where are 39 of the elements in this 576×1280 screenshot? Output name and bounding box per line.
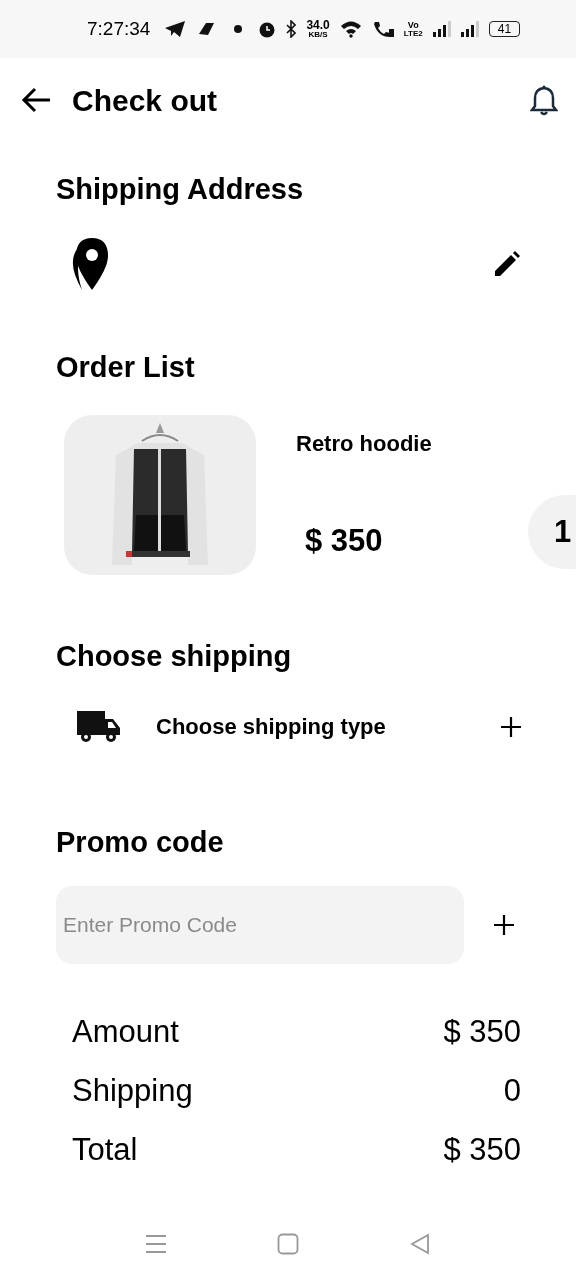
back-triangle-icon[interactable] — [409, 1233, 431, 1255]
alarm-icon — [258, 20, 277, 38]
back-arrow-icon[interactable] — [20, 86, 52, 114]
home-square-icon[interactable] — [277, 1233, 299, 1255]
promo-code-field[interactable]: Enter Promo Code — [56, 886, 464, 964]
signal-icon — [460, 21, 479, 37]
battery-indicator: 41 — [488, 21, 521, 37]
speed-unit: KB/S — [308, 31, 328, 39]
product-name: Retro hoodie — [296, 430, 432, 458]
summary-value: $ 350 — [443, 1013, 521, 1052]
summary-label: Amount — [72, 1013, 179, 1052]
network-label: LTE2 — [403, 29, 423, 38]
summary-value: 0 — [503, 1072, 521, 1111]
page-title: Check out — [72, 82, 219, 119]
section-heading: Promo code — [56, 824, 225, 860]
dot-icon — [234, 25, 243, 33]
section-heading: Choose shipping — [56, 639, 293, 674]
status-time: 7:27:34 — [87, 16, 151, 41]
bell-icon[interactable] — [530, 84, 558, 116]
menu-icon[interactable] — [145, 1234, 167, 1254]
summary-label: Shipping — [72, 1072, 193, 1111]
edit-pencil-icon[interactable] — [494, 250, 520, 277]
product-price: $ 350 — [305, 522, 384, 560]
bluetooth-icon — [286, 20, 297, 38]
network-speed: 34.0 — [306, 19, 330, 31]
quantity-pill: 1 — [528, 495, 576, 569]
summary-label: Total — [72, 1131, 138, 1170]
signal-icon — [432, 21, 451, 37]
plus-icon[interactable] — [493, 914, 515, 936]
shipping-option[interactable]: Choose shipping type — [156, 710, 500, 743]
telegram-icon — [164, 20, 187, 38]
truck-icon — [75, 708, 121, 745]
section-heading: Order List — [56, 349, 196, 385]
network-label: Vo — [407, 20, 419, 30]
section-heading: Shipping Address — [56, 172, 305, 207]
summary-value: $ 350 — [443, 1131, 521, 1170]
plus-icon[interactable] — [500, 715, 522, 738]
wifi-icon — [339, 20, 362, 38]
call-icon — [371, 20, 394, 38]
